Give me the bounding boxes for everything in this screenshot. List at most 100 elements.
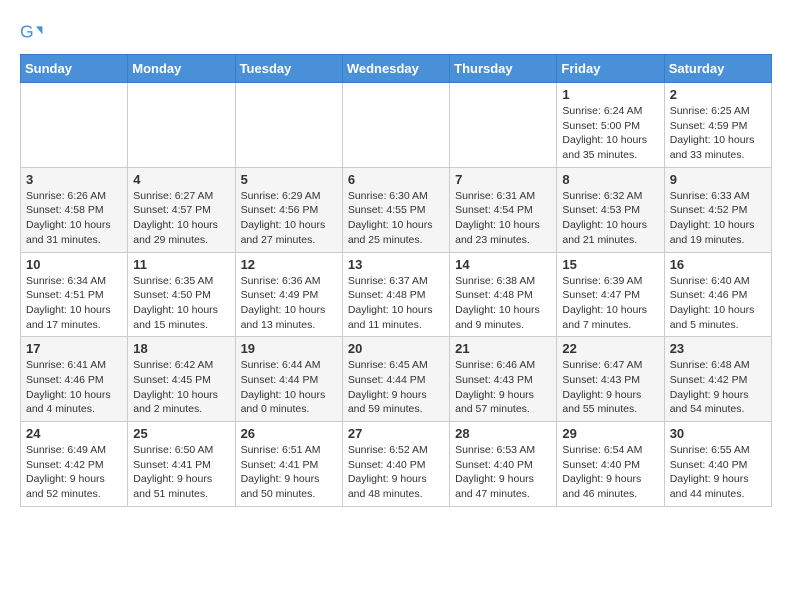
- calendar-cell: [235, 83, 342, 168]
- day-info: Sunrise: 6:44 AMSunset: 4:44 PMDaylight:…: [241, 358, 337, 417]
- calendar-cell: 26 Sunrise: 6:51 AMSunset: 4:41 PMDayligh…: [235, 422, 342, 507]
- day-number: 27: [348, 426, 444, 441]
- day-info: Sunrise: 6:50 AMSunset: 4:41 PMDaylight:…: [133, 443, 229, 502]
- day-info: Sunrise: 6:31 AMSunset: 4:54 PMDaylight:…: [455, 189, 551, 248]
- day-number: 1: [562, 87, 658, 102]
- calendar-cell: 18Sunrise: 6:42 AMSunset: 4:45 PMDayligh…: [128, 337, 235, 422]
- calendar-cell: 14 Sunrise: 6:38 AMSunset: 4:48 PMDayligh…: [450, 252, 557, 337]
- day-number: 16: [670, 257, 766, 272]
- header-monday: Monday: [128, 55, 235, 83]
- calendar-cell: 15 Sunrise: 6:39 AMSunset: 4:47 PMDayligh…: [557, 252, 664, 337]
- week-row-1: 1 Sunrise: 6:24 AMSunset: 5:00 PMDaylight…: [21, 83, 772, 168]
- day-number: 4: [133, 172, 229, 187]
- day-number: 5: [241, 172, 337, 187]
- calendar-cell: 21Sunrise: 6:46 AMSunset: 4:43 PMDayligh…: [450, 337, 557, 422]
- calendar-cell: 8 Sunrise: 6:32 AMSunset: 4:53 PMDaylight…: [557, 167, 664, 252]
- logo: G: [20, 20, 48, 44]
- calendar-cell: [342, 83, 449, 168]
- calendar: Sunday Monday Tuesday Wednesday Thursday…: [20, 54, 772, 507]
- calendar-cell: 27 Sunrise: 6:52 AMSunset: 4:40 PMDayligh…: [342, 422, 449, 507]
- calendar-cell: [21, 83, 128, 168]
- weekday-header-row: Sunday Monday Tuesday Wednesday Thursday…: [21, 55, 772, 83]
- day-info: Sunrise: 6:40 AMSunset: 4:46 PMDaylight:…: [670, 274, 766, 333]
- day-number: 12: [241, 257, 337, 272]
- day-number: 11: [133, 257, 229, 272]
- day-info: Sunrise: 6:52 AMSunset: 4:40 PMDaylight:…: [348, 443, 444, 502]
- calendar-cell: 23 Sunrise: 6:48 AMSunset: 4:42 PMDayligh…: [664, 337, 771, 422]
- day-number: 8: [562, 172, 658, 187]
- day-info: Sunrise: 6:36 AMSunset: 4:49 PMDaylight:…: [241, 274, 337, 333]
- calendar-cell: 11Sunrise: 6:35 AMSunset: 4:50 PMDayligh…: [128, 252, 235, 337]
- day-number: 25: [133, 426, 229, 441]
- day-info: Sunrise: 6:24 AMSunset: 5:00 PMDaylight:…: [562, 104, 658, 163]
- day-info: Sunrise: 6:53 AMSunset: 4:40 PMDaylight:…: [455, 443, 551, 502]
- day-info: Sunrise: 6:39 AMSunset: 4:47 PMDaylight:…: [562, 274, 658, 333]
- day-number: 6: [348, 172, 444, 187]
- day-info: Sunrise: 6:32 AMSunset: 4:53 PMDaylight:…: [562, 189, 658, 248]
- day-number: 7: [455, 172, 551, 187]
- header-tuesday: Tuesday: [235, 55, 342, 83]
- day-number: 26: [241, 426, 337, 441]
- svg-text:G: G: [20, 22, 34, 42]
- week-row-2: 3 Sunrise: 6:26 AMSunset: 4:58 PMDaylight…: [21, 167, 772, 252]
- day-info: Sunrise: 6:54 AMSunset: 4:40 PMDaylight:…: [562, 443, 658, 502]
- calendar-cell: 3 Sunrise: 6:26 AMSunset: 4:58 PMDaylight…: [21, 167, 128, 252]
- day-number: 19: [241, 341, 337, 356]
- day-info: Sunrise: 6:48 AMSunset: 4:42 PMDaylight:…: [670, 358, 766, 417]
- calendar-cell: [450, 83, 557, 168]
- day-info: Sunrise: 6:33 AMSunset: 4:52 PMDaylight:…: [670, 189, 766, 248]
- calendar-cell: 9Sunrise: 6:33 AMSunset: 4:52 PMDaylight…: [664, 167, 771, 252]
- calendar-cell: 2Sunrise: 6:25 AMSunset: 4:59 PMDaylight…: [664, 83, 771, 168]
- calendar-cell: 20 Sunrise: 6:45 AMSunset: 4:44 PMDayligh…: [342, 337, 449, 422]
- header-thursday: Thursday: [450, 55, 557, 83]
- day-number: 20: [348, 341, 444, 356]
- day-info: Sunrise: 6:34 AMSunset: 4:51 PMDaylight:…: [26, 274, 122, 333]
- calendar-cell: 22Sunrise: 6:47 AMSunset: 4:43 PMDayligh…: [557, 337, 664, 422]
- calendar-cell: 30 Sunrise: 6:55 AMSunset: 4:40 PMDayligh…: [664, 422, 771, 507]
- calendar-cell: 25 Sunrise: 6:50 AMSunset: 4:41 PMDayligh…: [128, 422, 235, 507]
- calendar-cell: 5Sunrise: 6:29 AMSunset: 4:56 PMDaylight…: [235, 167, 342, 252]
- calendar-cell: 13 Sunrise: 6:37 AMSunset: 4:48 PMDayligh…: [342, 252, 449, 337]
- day-number: 23: [670, 341, 766, 356]
- calendar-cell: 10Sunrise: 6:34 AMSunset: 4:51 PMDayligh…: [21, 252, 128, 337]
- calendar-cell: 6 Sunrise: 6:30 AMSunset: 4:55 PMDaylight…: [342, 167, 449, 252]
- day-number: 22: [562, 341, 658, 356]
- week-row-4: 17 Sunrise: 6:41 AMSunset: 4:46 PMDayligh…: [21, 337, 772, 422]
- day-number: 14: [455, 257, 551, 272]
- page-container: G Sunday Monday Tuesday Wednesday Thursd…: [20, 20, 772, 507]
- header: G: [20, 20, 772, 44]
- day-info: Sunrise: 6:46 AMSunset: 4:43 PMDaylight:…: [455, 358, 551, 417]
- day-number: 2: [670, 87, 766, 102]
- day-info: Sunrise: 6:37 AMSunset: 4:48 PMDaylight:…: [348, 274, 444, 333]
- day-info: Sunrise: 6:49 AMSunset: 4:42 PMDaylight:…: [26, 443, 122, 502]
- day-number: 24: [26, 426, 122, 441]
- week-row-3: 10Sunrise: 6:34 AMSunset: 4:51 PMDayligh…: [21, 252, 772, 337]
- day-info: Sunrise: 6:27 AMSunset: 4:57 PMDaylight:…: [133, 189, 229, 248]
- day-info: Sunrise: 6:45 AMSunset: 4:44 PMDaylight:…: [348, 358, 444, 417]
- day-info: Sunrise: 6:38 AMSunset: 4:48 PMDaylight:…: [455, 274, 551, 333]
- day-number: 29: [562, 426, 658, 441]
- calendar-cell: [128, 83, 235, 168]
- header-wednesday: Wednesday: [342, 55, 449, 83]
- calendar-cell: 16 Sunrise: 6:40 AMSunset: 4:46 PMDayligh…: [664, 252, 771, 337]
- calendar-cell: 28Sunrise: 6:53 AMSunset: 4:40 PMDayligh…: [450, 422, 557, 507]
- day-info: Sunrise: 6:30 AMSunset: 4:55 PMDaylight:…: [348, 189, 444, 248]
- day-info: Sunrise: 6:26 AMSunset: 4:58 PMDaylight:…: [26, 189, 122, 248]
- logo-icon: G: [20, 20, 44, 44]
- calendar-cell: 4 Sunrise: 6:27 AMSunset: 4:57 PMDaylight…: [128, 167, 235, 252]
- day-number: 30: [670, 426, 766, 441]
- day-number: 3: [26, 172, 122, 187]
- calendar-cell: 19 Sunrise: 6:44 AMSunset: 4:44 PMDayligh…: [235, 337, 342, 422]
- day-info: Sunrise: 6:41 AMSunset: 4:46 PMDaylight:…: [26, 358, 122, 417]
- calendar-cell: 17 Sunrise: 6:41 AMSunset: 4:46 PMDayligh…: [21, 337, 128, 422]
- day-number: 17: [26, 341, 122, 356]
- day-number: 13: [348, 257, 444, 272]
- calendar-cell: 1 Sunrise: 6:24 AMSunset: 5:00 PMDaylight…: [557, 83, 664, 168]
- calendar-cell: 24 Sunrise: 6:49 AMSunset: 4:42 PMDayligh…: [21, 422, 128, 507]
- day-number: 15: [562, 257, 658, 272]
- week-row-5: 24 Sunrise: 6:49 AMSunset: 4:42 PMDayligh…: [21, 422, 772, 507]
- day-info: Sunrise: 6:55 AMSunset: 4:40 PMDaylight:…: [670, 443, 766, 502]
- day-info: Sunrise: 6:51 AMSunset: 4:41 PMDaylight:…: [241, 443, 337, 502]
- header-friday: Friday: [557, 55, 664, 83]
- day-info: Sunrise: 6:42 AMSunset: 4:45 PMDaylight:…: [133, 358, 229, 417]
